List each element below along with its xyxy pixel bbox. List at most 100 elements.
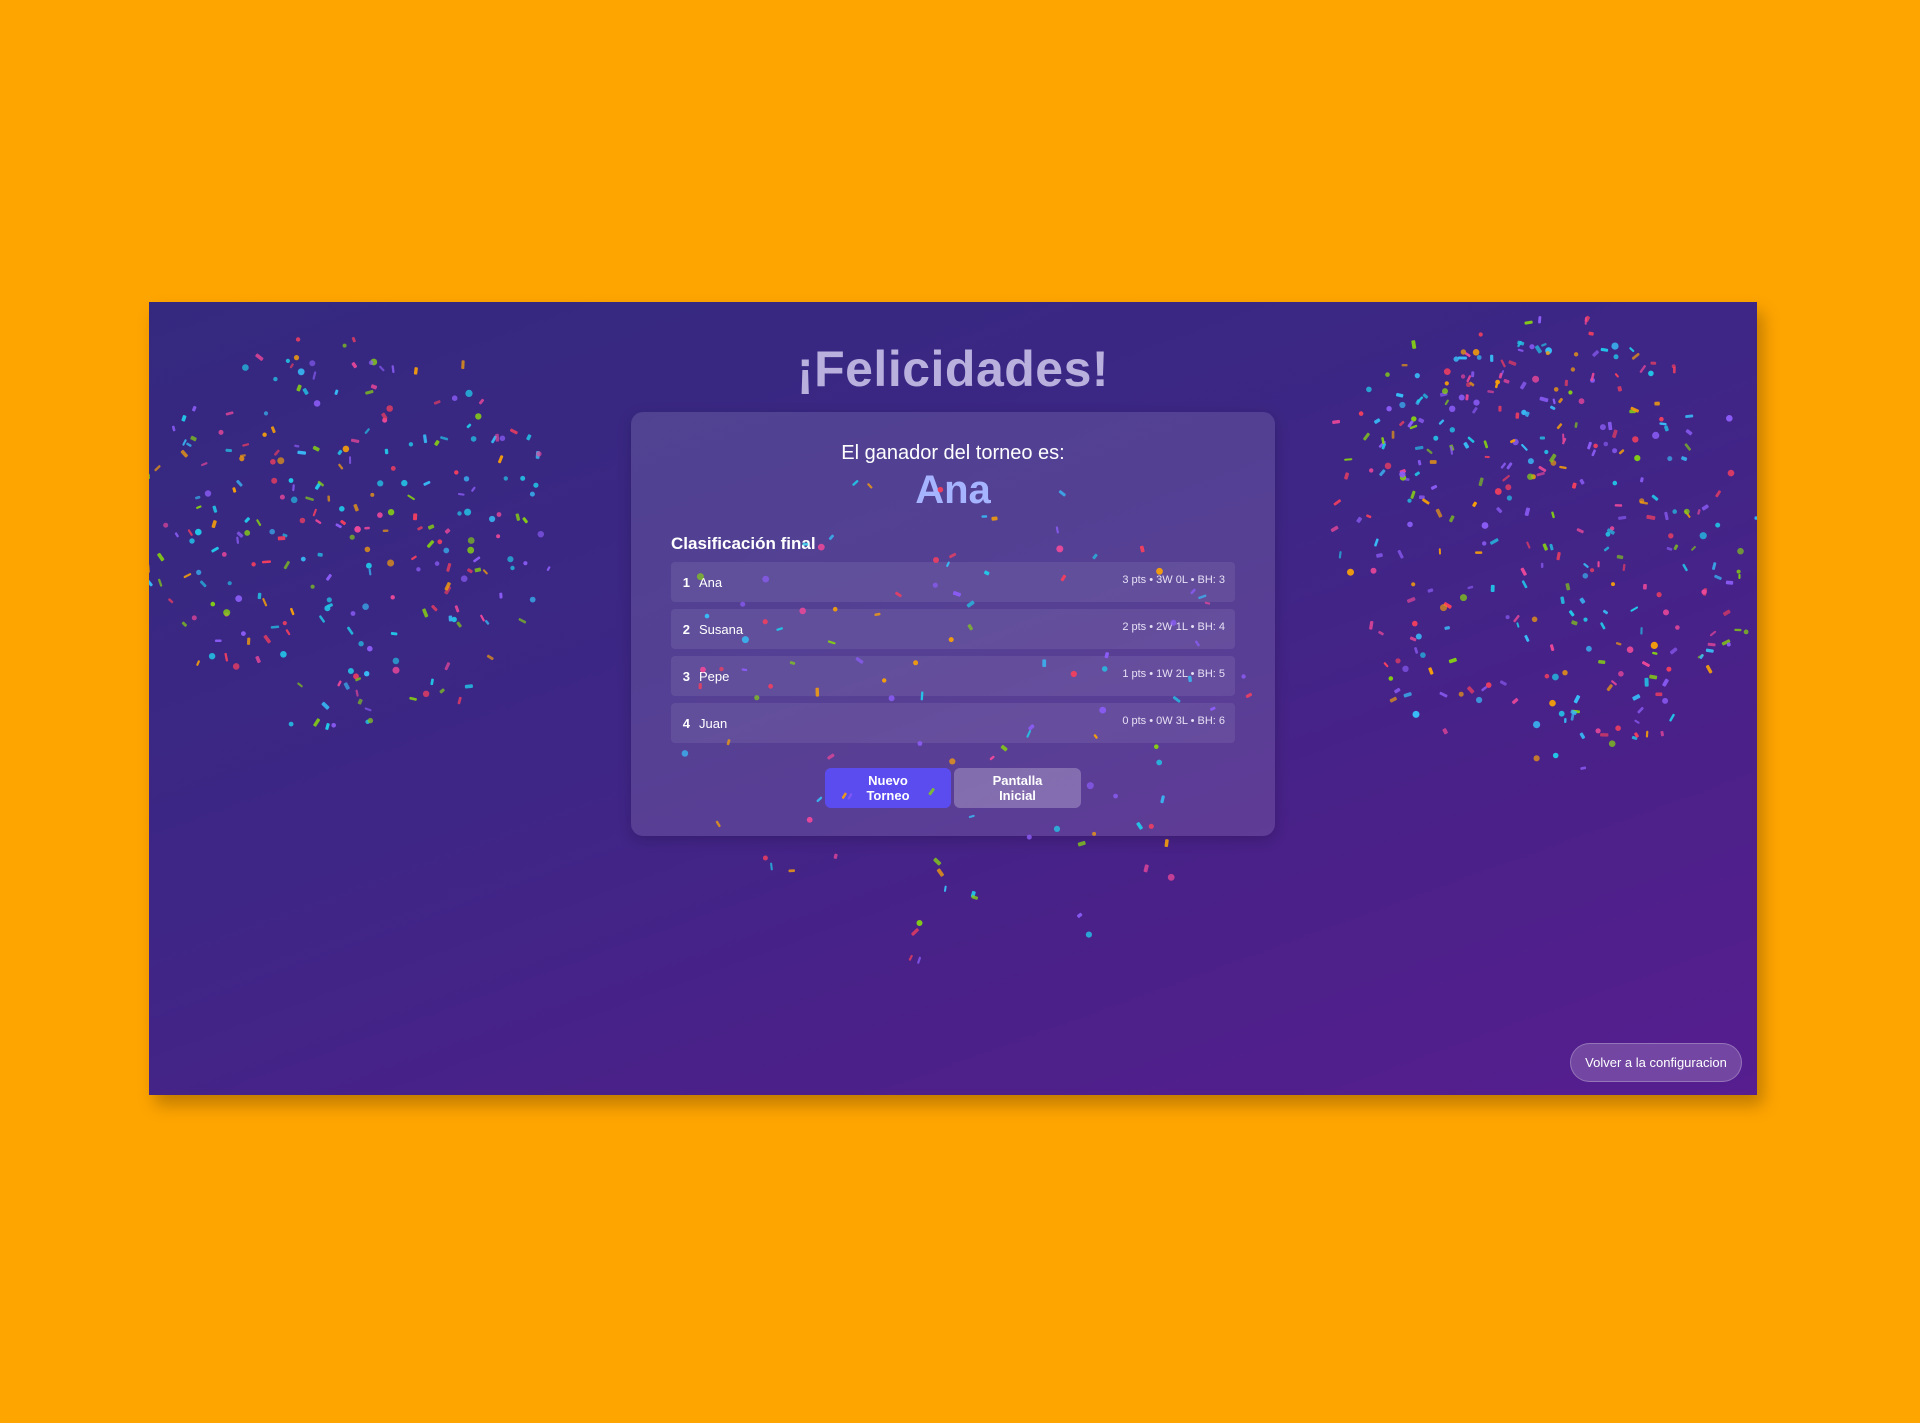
confetti-piece [377, 512, 383, 518]
home-screen-button[interactable]: Pantalla Inicial [954, 768, 1081, 808]
confetti-piece [1435, 508, 1443, 518]
confetti-piece [337, 449, 343, 456]
confetti-piece [1378, 630, 1384, 636]
confetti-piece [474, 567, 482, 573]
confetti-piece [443, 547, 450, 554]
confetti-piece [1420, 652, 1426, 658]
confetti-piece [1411, 416, 1417, 422]
confetti-piece [1414, 471, 1420, 477]
confetti-piece [1659, 416, 1664, 422]
confetti-piece [365, 719, 370, 724]
confetti-piece [327, 495, 331, 502]
confetti-piece [1475, 551, 1483, 554]
confetti-piece [195, 528, 202, 536]
confetti-piece [1444, 399, 1449, 406]
confetti-piece [1500, 462, 1507, 469]
confetti-piece [1632, 694, 1641, 701]
confetti-piece [1539, 436, 1546, 440]
confetti-piece [1438, 419, 1445, 425]
confetti-piece [482, 569, 488, 575]
confetti-piece [762, 855, 768, 861]
row-stats: 0 pts • 0W 3L • BH: 6 [1122, 715, 1225, 727]
confetti-piece [1427, 588, 1434, 593]
confetti-piece [434, 440, 440, 446]
confetti-piece [357, 698, 363, 705]
confetti-piece [270, 459, 276, 465]
confetti-piece [290, 607, 295, 616]
confetti-piece [1722, 609, 1731, 616]
confetti-piece [1449, 445, 1454, 455]
confetti-piece [1608, 740, 1616, 747]
confetti-piece [444, 528, 451, 534]
confetti-piece [384, 448, 389, 455]
confetti-piece [427, 524, 435, 530]
confetti-piece [1684, 510, 1691, 518]
confetti-piece [313, 400, 321, 407]
confetti-piece [282, 621, 287, 626]
confetti-piece [353, 503, 359, 512]
confetti-piece [460, 575, 468, 582]
confetti-piece [1530, 474, 1536, 480]
standings-row: 3 Pepe 1 pts • 1W 2L • BH: 5 [671, 656, 1235, 696]
confetti-piece [1644, 677, 1649, 687]
confetti-piece [182, 439, 187, 446]
back-to-config-button[interactable]: Volver a la configuracion [1570, 1043, 1742, 1082]
new-tournament-button[interactable]: Nuevo Torneo [825, 768, 951, 808]
confetti-piece [1369, 620, 1374, 630]
confetti-piece [149, 564, 150, 573]
confetti-piece [466, 423, 472, 429]
confetti-piece [1630, 606, 1639, 612]
confetti-piece [154, 465, 161, 472]
confetti-piece [1570, 709, 1577, 715]
confetti-piece [1438, 548, 1442, 555]
confetti-piece [282, 533, 288, 538]
confetti-piece [1358, 411, 1364, 416]
confetti-piece [422, 608, 429, 618]
confetti-piece [312, 445, 320, 452]
confetti-piece [1467, 686, 1475, 694]
confetti-piece [1699, 532, 1707, 540]
confetti-piece [1406, 597, 1416, 603]
confetti-piece [423, 480, 431, 486]
confetti-piece [319, 615, 326, 623]
confetti-piece [353, 673, 359, 680]
confetti-piece [407, 494, 415, 501]
confetti-piece [171, 425, 176, 432]
confetti-piece [422, 690, 430, 697]
confetti-piece [1727, 469, 1735, 477]
confetti-piece [1612, 480, 1618, 486]
confetti-piece [423, 434, 428, 444]
confetti-piece [1490, 584, 1495, 593]
confetti-piece [1639, 500, 1649, 505]
confetti-piece [1551, 511, 1555, 519]
confetti-piece [1556, 551, 1561, 561]
confetti-piece [350, 611, 356, 616]
confetti-piece [1369, 468, 1374, 473]
confetti-piece [1378, 440, 1386, 448]
confetti-piece [364, 671, 370, 677]
confetti-piece [499, 592, 503, 599]
confetti-piece [1578, 398, 1585, 405]
confetti-piece [1409, 424, 1418, 430]
confetti-piece [467, 546, 475, 554]
confetti-piece [1570, 712, 1575, 721]
confetti-piece [1560, 596, 1565, 604]
confetti-piece [294, 444, 300, 448]
confetti-piece [1538, 465, 1547, 472]
confetti-piece [225, 448, 233, 453]
confetti-piece [1443, 602, 1452, 609]
confetti-piece [1549, 699, 1556, 707]
confetti-piece [1412, 710, 1420, 718]
confetti-piece [470, 436, 477, 442]
confetti-piece [507, 556, 514, 563]
row-rank: 2 [682, 621, 690, 637]
confetti-piece [1476, 696, 1483, 704]
confetti-piece [1606, 528, 1615, 535]
confetti-piece [1376, 553, 1383, 558]
confetti-piece [315, 519, 322, 525]
confetti-piece [1701, 504, 1709, 511]
confetti-piece [1736, 569, 1741, 574]
confetti-piece [1511, 697, 1519, 705]
confetti-piece [1673, 544, 1679, 551]
confetti-piece [1668, 533, 1674, 539]
